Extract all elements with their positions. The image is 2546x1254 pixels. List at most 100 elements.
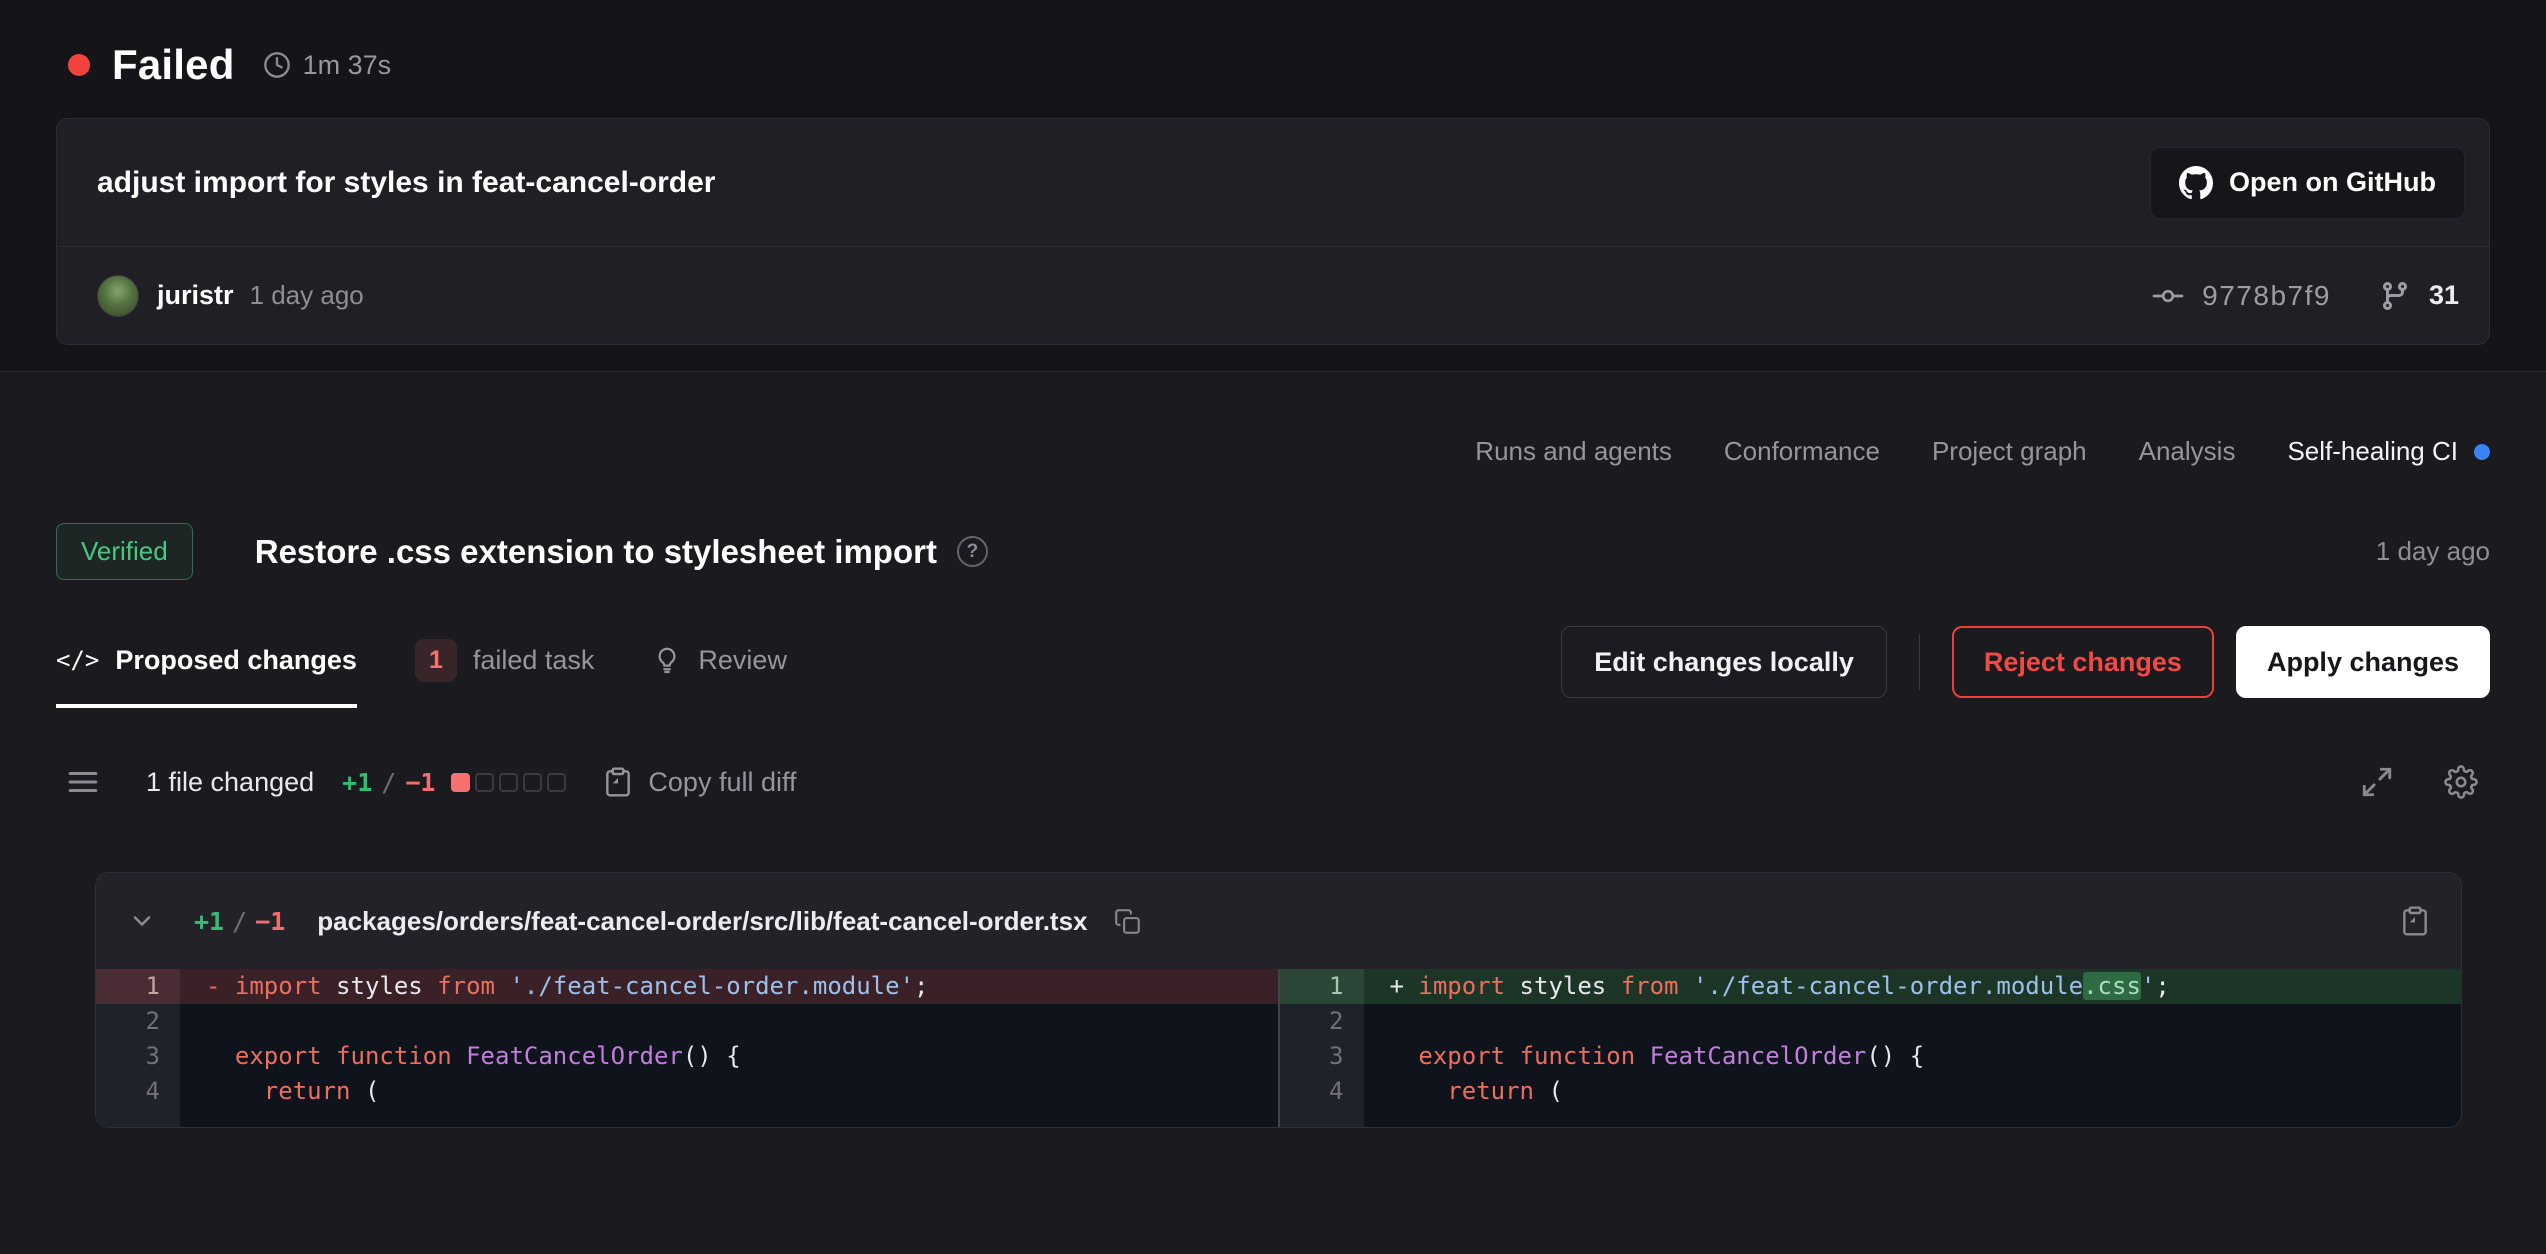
copy-file-diff-icon[interactable] (2399, 905, 2431, 937)
code-padding (180, 1109, 1278, 1127)
density-square (547, 773, 566, 792)
run-status-section: Failed 1m 37s adjust import for styles i… (0, 0, 2546, 372)
fix-actions: Edit changes locally Reject changes Appl… (1561, 616, 2490, 708)
diff-line: 3 export function FeatCancelOrder() { (1280, 1039, 2462, 1074)
file-counts-separator: / (232, 907, 247, 936)
diff-line: 1+ import styles from './feat-cancel-ord… (1280, 969, 2462, 1004)
file-deletions-count: −1 (255, 907, 285, 936)
tab-review-label: Review (698, 645, 787, 676)
diff-panel: +1 / −1 packages/orders/feat-cancel-orde… (95, 872, 2462, 1128)
fix-time: 1 day ago (2376, 536, 2490, 567)
copy-full-diff-label: Copy full diff (648, 767, 796, 798)
diff-line: 3 export function FeatCancelOrder() { (96, 1039, 1278, 1074)
copy-full-diff-button[interactable]: Copy full diff (602, 766, 796, 798)
open-on-github-label: Open on GitHub (2229, 167, 2436, 198)
branch-count: 31 (2429, 280, 2459, 311)
code-text (1364, 1004, 2462, 1039)
diff-counts: +1 / −1 (342, 768, 435, 797)
file-diff-counts: +1 / −1 (194, 907, 285, 936)
nav-item-project-graph[interactable]: Project graph (1932, 436, 2087, 467)
diff-split-view: 1- import styles from './feat-cancel-ord… (96, 969, 2461, 1127)
diff-file-header: +1 / −1 packages/orders/feat-cancel-orde… (96, 873, 2461, 969)
diff-density-squares (451, 773, 566, 792)
line-number: 4 (1280, 1074, 1364, 1109)
tab-proposed-changes[interactable]: </> Proposed changes (56, 616, 357, 708)
line-number: 3 (1280, 1039, 1364, 1074)
line-number: 1 (96, 969, 180, 1004)
fix-title: Restore .css extension to stylesheet imp… (255, 533, 937, 571)
density-square (523, 773, 542, 792)
commit-icon (2152, 280, 2184, 312)
status-label: Failed (112, 41, 235, 89)
status-row: Failed 1m 37s (56, 34, 2490, 96)
nav-item-conformance[interactable]: Conformance (1724, 436, 1880, 467)
code-text (180, 1004, 1278, 1039)
commit-card: adjust import for styles in feat-cancel-… (56, 118, 2490, 345)
tab-review[interactable]: Review (652, 616, 787, 708)
commit-sha[interactable]: 9778b7f9 (2202, 280, 2331, 312)
diff-pane-padding (1280, 1109, 2462, 1127)
density-square (475, 773, 494, 792)
clipboard-icon (602, 766, 634, 798)
diff-line: 1- import styles from './feat-cancel-ord… (96, 969, 1278, 1004)
status-failed-dot (68, 54, 90, 76)
code-text: + import styles from './feat-cancel-orde… (1364, 969, 2462, 1004)
verified-badge: Verified (56, 523, 193, 580)
diff-pane-before: 1- import styles from './feat-cancel-ord… (96, 969, 1278, 1127)
line-number: 2 (1280, 1004, 1364, 1039)
counts-separator: / (381, 768, 396, 797)
open-on-github-button[interactable]: Open on GitHub (2150, 147, 2465, 219)
reject-changes-button[interactable]: Reject changes (1952, 626, 2214, 698)
diff-line: 2 (1280, 1004, 2462, 1039)
diff-pane-padding (96, 1109, 1278, 1127)
file-list-menu-icon[interactable] (66, 765, 100, 799)
commit-time: 1 day ago (250, 280, 364, 311)
diff-line: 2 (96, 1004, 1278, 1039)
nav-item-runs-and-agents[interactable]: Runs and agents (1475, 436, 1672, 467)
tab-failed-task[interactable]: 1 failed task (415, 616, 594, 708)
code-text: - import styles from './feat-cancel-orde… (180, 969, 1278, 1004)
line-number: 3 (96, 1039, 180, 1074)
diff-toolbar-right (2360, 765, 2478, 799)
code-text: export function FeatCancelOrder() { (1364, 1039, 2462, 1074)
code-text: return ( (180, 1074, 1278, 1109)
code-text: return ( (1364, 1074, 2462, 1109)
author-name: juristr (157, 280, 234, 311)
diff-line: 4 return ( (96, 1074, 1278, 1109)
author-avatar (97, 275, 139, 317)
nav-item-self-healing-ci[interactable]: Self-healing CI (2287, 436, 2490, 467)
notification-dot (2474, 444, 2490, 460)
diff-line: 4 return ( (1280, 1074, 2462, 1109)
github-icon (2179, 166, 2213, 200)
gutter-padding (96, 1109, 180, 1127)
tab-proposed-changes-label: Proposed changes (115, 645, 357, 676)
help-icon[interactable] (957, 536, 988, 567)
chevron-down-icon[interactable] (128, 907, 156, 935)
code-padding (1364, 1109, 2462, 1127)
file-additions-count: +1 (194, 907, 224, 936)
line-number: 4 (96, 1074, 180, 1109)
nav-item-analysis[interactable]: Analysis (2139, 436, 2236, 467)
copy-path-icon[interactable] (1114, 908, 1141, 935)
diff-toolbar: 1 file changed +1 / −1 Copy full diff (66, 742, 2490, 822)
gear-icon[interactable] (2444, 765, 2478, 799)
failed-task-count-badge: 1 (415, 639, 457, 682)
code-icon: </> (56, 646, 99, 674)
line-number: 1 (1280, 969, 1364, 1004)
branch-icon (2379, 280, 2411, 312)
density-square (451, 773, 470, 792)
commit-refs: 9778b7f9 31 (2152, 280, 2459, 312)
apply-changes-button[interactable]: Apply changes (2236, 626, 2490, 698)
file-path: packages/orders/feat-cancel-order/src/li… (317, 906, 1087, 937)
expand-icon[interactable] (2360, 765, 2394, 799)
commit-meta-row: juristr 1 day ago 9778b7f9 31 (57, 247, 2489, 344)
density-square (499, 773, 518, 792)
code-text: export function FeatCancelOrder() { (180, 1039, 1278, 1074)
top-nav: Runs and agents Conformance Project graph A… (0, 372, 2546, 467)
fix-heading-row: Verified Restore .css extension to style… (56, 523, 2490, 580)
edit-changes-locally-button[interactable]: Edit changes locally (1561, 626, 1887, 698)
diff-pane-after: 1+ import styles from './feat-cancel-ord… (1280, 969, 2462, 1127)
tab-failed-task-label: failed task (473, 645, 595, 676)
additions-count: +1 (342, 768, 372, 797)
run-duration: 1m 37s (303, 50, 392, 81)
